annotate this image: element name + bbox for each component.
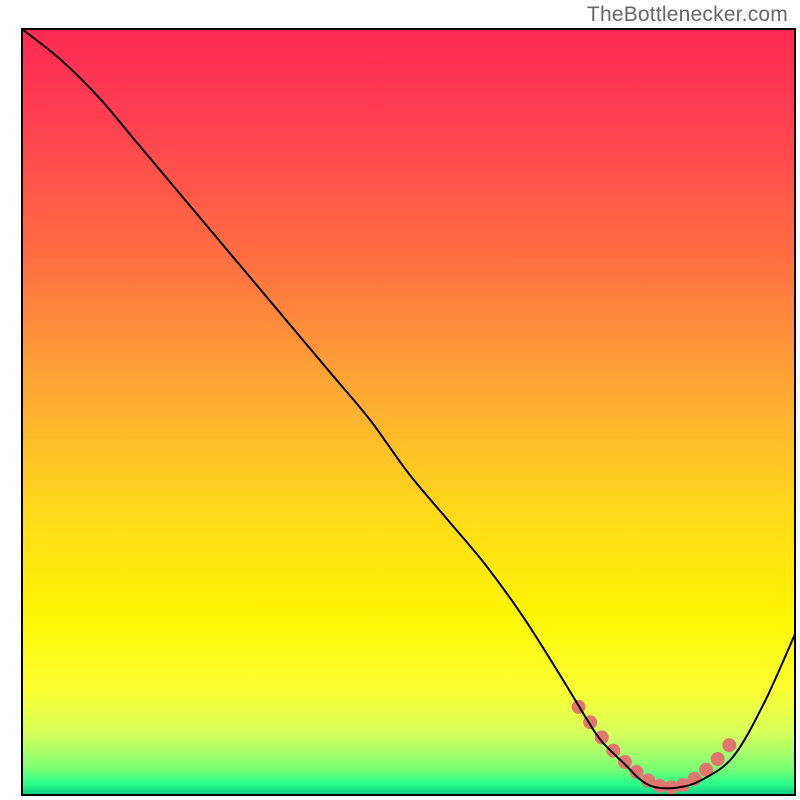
- chart-svg: [0, 0, 800, 800]
- highlight-dot: [722, 738, 736, 752]
- highlight-dot: [606, 744, 620, 758]
- watermark-text: TheBottlenecker.com: [587, 3, 788, 27]
- highlight-dot: [711, 752, 725, 766]
- highlight-dot: [618, 755, 632, 769]
- chart-stage: TheBottlenecker.com: [0, 0, 800, 800]
